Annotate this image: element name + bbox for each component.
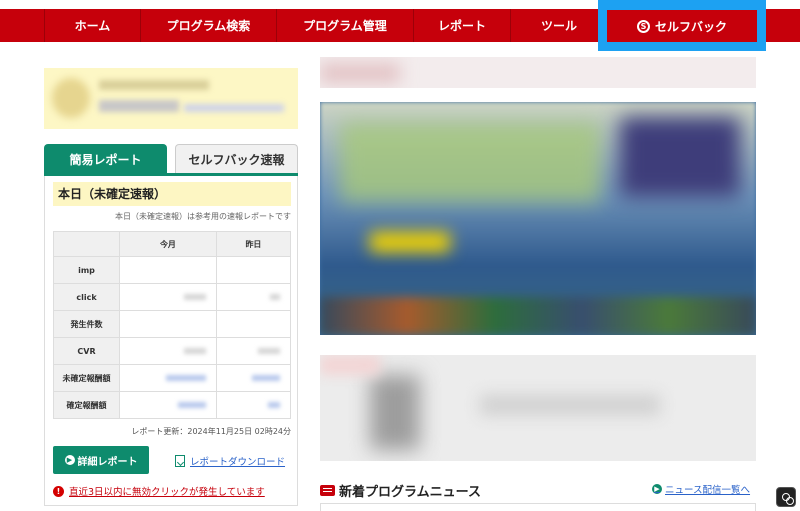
table-row: imp bbox=[53, 256, 292, 284]
cell-blurred bbox=[215, 310, 292, 338]
nav-item-selfback-label: セルフバック bbox=[654, 19, 727, 34]
cell-blurred-link[interactable] bbox=[119, 364, 217, 392]
row-label-unconfirmed-reward: 未確定報酬額 bbox=[53, 364, 120, 392]
news-list-label: ニュース配信一覧へ bbox=[665, 485, 751, 496]
tab-simple-report[interactable]: 簡易レポート bbox=[44, 144, 167, 174]
promo-banner[interactable] bbox=[44, 68, 298, 129]
alert-icon: ! bbox=[53, 485, 64, 497]
row-label-conversions: 発生件数 bbox=[53, 310, 120, 338]
table-row: 確定報酬額 bbox=[53, 391, 292, 419]
cell-blurred bbox=[119, 256, 217, 284]
nav-item-home[interactable]: ホーム bbox=[44, 9, 140, 42]
cell-blurred bbox=[119, 310, 217, 338]
row-label-click: click bbox=[53, 283, 120, 311]
row-label-cvr: CVR bbox=[53, 337, 120, 365]
cell-blurred-link[interactable] bbox=[215, 391, 292, 419]
news-list-link[interactable]: ▶ ニュース配信一覧へ bbox=[652, 482, 750, 496]
cell-blurred bbox=[119, 283, 217, 311]
chevron-right-icon: ▶ bbox=[652, 484, 662, 494]
download-icon bbox=[175, 455, 185, 467]
warning-text: 直近3日以内に無効クリックが発生しています bbox=[69, 487, 265, 498]
banner-text bbox=[99, 80, 209, 90]
news-list bbox=[320, 503, 756, 511]
report-download-link[interactable]: レポートダウンロード bbox=[175, 454, 285, 468]
nav-item-program-manage[interactable]: プログラム管理 bbox=[276, 9, 413, 42]
invalid-click-warning[interactable]: ! 直近3日以内に無効クリックが発生しています bbox=[53, 484, 265, 498]
nav-item-report[interactable]: レポート bbox=[413, 9, 510, 42]
row-label-imp: imp bbox=[53, 256, 120, 284]
row-label-confirmed-reward: 確定報酬額 bbox=[53, 391, 120, 419]
nav-item-program-search[interactable]: プログラム検索 bbox=[140, 9, 276, 42]
ad-banner-main[interactable] bbox=[320, 102, 756, 335]
newspaper-icon bbox=[320, 485, 335, 496]
nav-item-tools[interactable]: ツール bbox=[510, 9, 607, 42]
report-note: 本日（未確定速報）は参考用の速報レポートです bbox=[115, 212, 291, 221]
overlay-tool-icon[interactable] bbox=[776, 487, 796, 507]
ad-banner-top[interactable] bbox=[320, 57, 756, 88]
news-heading-text: 新着プログラムニュース bbox=[339, 485, 481, 500]
ad-banner-secondary[interactable] bbox=[320, 355, 756, 461]
table-corner bbox=[53, 231, 120, 257]
cell-blurred-link[interactable] bbox=[215, 364, 292, 392]
banner-image bbox=[52, 78, 90, 118]
chevron-right-icon: ▶ bbox=[64, 455, 75, 465]
cell-blurred bbox=[215, 337, 292, 365]
banner-text bbox=[99, 100, 179, 112]
report-title: 本日（未確定速報） bbox=[53, 182, 291, 206]
detail-report-label: 詳細レポート bbox=[77, 456, 138, 468]
column-yesterday: 昨日 bbox=[215, 231, 292, 257]
table-row: click bbox=[53, 283, 292, 311]
table-row: CVR bbox=[53, 337, 292, 365]
cell-blurred-link[interactable] bbox=[119, 391, 217, 419]
table-row: 未確定報酬額 bbox=[53, 364, 292, 392]
nav-item-selfback[interactable]: S セルフバック bbox=[607, 10, 757, 42]
cell-blurred bbox=[119, 337, 217, 365]
cell-blurred bbox=[215, 256, 292, 284]
table-row: 発生件数 bbox=[53, 310, 292, 338]
report-updated-time: レポート更新：2024年11月25日 02時24分 bbox=[131, 427, 291, 436]
report-table: 今月 昨日 imp click 発生件数 CVR 未確定報酬額 確定報酬額 bbox=[53, 231, 292, 419]
news-heading: 新着プログラムニュース bbox=[320, 481, 481, 500]
banner-text bbox=[184, 104, 284, 112]
cell-blurred bbox=[215, 283, 292, 311]
detail-report-button[interactable]: ▶ 詳細レポート bbox=[53, 446, 149, 474]
selfback-icon: S bbox=[636, 19, 650, 33]
report-panel: 本日（未確定速報） 本日（未確定速報）は参考用の速報レポートです 今月 昨日 i… bbox=[44, 176, 298, 506]
tab-selfback-report[interactable]: セルフバック速報 bbox=[175, 144, 298, 174]
column-this-month: 今月 bbox=[119, 231, 217, 257]
report-download-label: レポートダウンロード bbox=[190, 457, 286, 468]
